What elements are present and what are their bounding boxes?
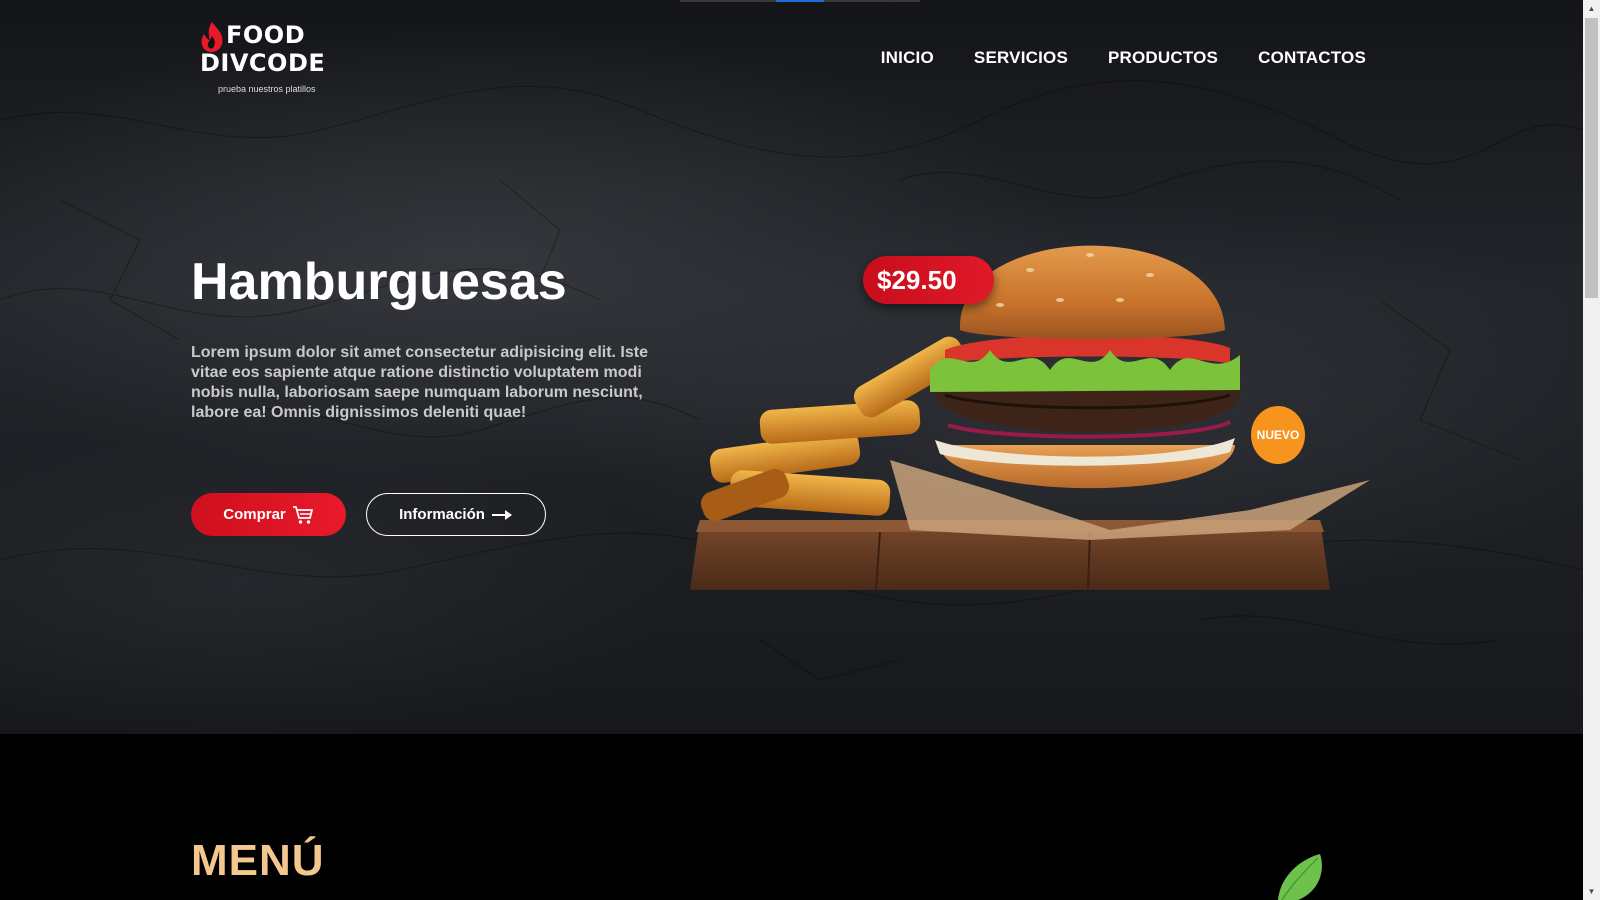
buy-button[interactable]: Comprar bbox=[191, 493, 346, 536]
buy-button-label: Comprar bbox=[223, 506, 286, 523]
price-badge: $29.50 bbox=[863, 256, 994, 304]
nav-item-productos[interactable]: PRODUCTOS bbox=[1108, 48, 1218, 68]
brand-line2: DIVCODE bbox=[200, 49, 326, 77]
menu-section: MENÚ bbox=[0, 734, 1583, 900]
scrollbar-thumb[interactable] bbox=[1585, 18, 1598, 298]
brand-logo[interactable]: FOOD DIVCODE prueba nuestros platillos bbox=[198, 18, 348, 98]
arrow-right-icon bbox=[491, 509, 512, 520]
menu-title: MENÚ bbox=[191, 836, 325, 885]
leaf-icon bbox=[1278, 854, 1322, 900]
scroll-up-icon[interactable]: ▲ bbox=[1583, 0, 1600, 17]
new-badge: NUEVO bbox=[1251, 406, 1305, 464]
nav-item-servicios[interactable]: SERVICIOS bbox=[974, 48, 1068, 68]
vertical-scrollbar[interactable]: ▲ ▼ bbox=[1583, 0, 1600, 900]
brand-tagline: prueba nuestros platillos bbox=[218, 84, 316, 94]
brand-line1: FOOD bbox=[226, 21, 306, 49]
page-viewport: FOOD DIVCODE prueba nuestros platillos I… bbox=[0, 0, 1583, 900]
nav-item-contactos[interactable]: CONTACTOS bbox=[1258, 48, 1366, 68]
main-nav: INICIO SERVICIOS PRODUCTOS CONTACTOS bbox=[881, 48, 1366, 68]
hero-section: FOOD DIVCODE prueba nuestros platillos I… bbox=[0, 0, 1583, 734]
hero-title: Hamburguesas bbox=[191, 253, 567, 311]
info-button-label: Información bbox=[399, 506, 485, 523]
scroll-down-icon[interactable]: ▼ bbox=[1583, 883, 1600, 900]
info-button[interactable]: Información bbox=[366, 493, 546, 536]
nav-item-inicio[interactable]: INICIO bbox=[881, 48, 934, 68]
cart-icon bbox=[292, 505, 313, 524]
page-load-progress bbox=[680, 0, 920, 2]
hero-description: Lorem ipsum dolor sit amet consectetur a… bbox=[191, 344, 648, 421]
